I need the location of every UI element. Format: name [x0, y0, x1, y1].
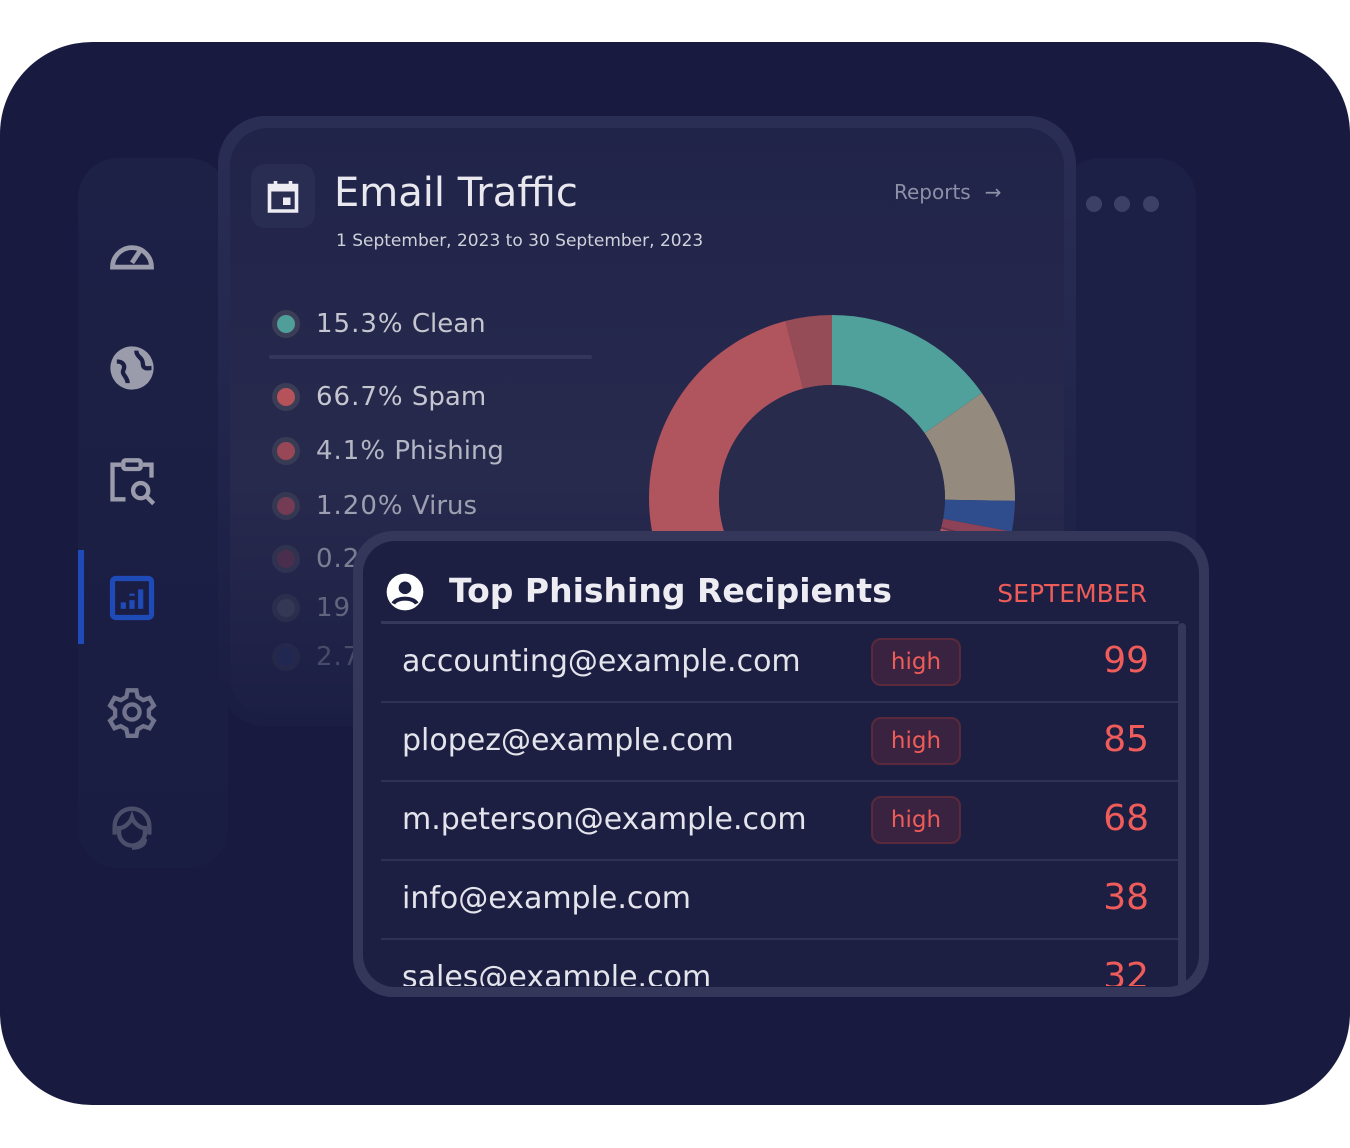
recipient-email: sales@example.com — [402, 960, 712, 986]
divider — [269, 355, 592, 359]
globe-icon[interactable] — [106, 342, 158, 394]
table-row[interactable]: plopez@example.com high 85 — [381, 703, 1179, 782]
severity-badge: high — [871, 638, 961, 686]
legend-text: 4.1% Phishing — [316, 436, 504, 466]
legend-text: 15.3% Clean — [316, 309, 486, 339]
date-range: 1 September, 2023 to 30 September, 2023 — [336, 231, 704, 251]
recipient-email: plopez@example.com — [402, 723, 734, 758]
legend-label: Clean — [411, 309, 486, 339]
legend-percent: 1.20% — [316, 491, 404, 521]
legend-swatch — [272, 310, 300, 338]
arrow-right-icon: → — [984, 180, 1002, 204]
reports-link[interactable]: Reports → — [894, 180, 1001, 204]
phishing-count: 38 — [1103, 877, 1149, 918]
severity-badge: high — [871, 796, 961, 844]
table-row[interactable]: m.peterson@example.com high 68 — [381, 782, 1179, 861]
recipient-email: m.peterson@example.com — [402, 802, 807, 837]
phishing-count: 85 — [1103, 719, 1149, 760]
phishing-count: 99 — [1103, 640, 1149, 681]
dot-icon — [1143, 196, 1159, 212]
recipient-email: info@example.com — [402, 881, 691, 916]
legend-percent: 4.1% — [316, 436, 387, 466]
clipboard-search-icon[interactable] — [106, 456, 158, 508]
legend-swatch — [272, 545, 300, 573]
legend-percent: 15.3% — [316, 309, 404, 339]
gear-icon[interactable] — [106, 686, 158, 738]
legend-item: 2.7 — [272, 642, 360, 672]
sidebar — [78, 158, 228, 868]
legend-label: Virus — [411, 491, 478, 521]
user-icon — [386, 573, 424, 611]
legend-swatch — [272, 437, 300, 465]
report-chart-icon[interactable] — [106, 572, 158, 624]
legend-swatch — [272, 383, 300, 411]
legend-item: 1.20% Virus — [272, 491, 477, 521]
legend-text: 66.7% Spam — [316, 382, 486, 412]
legend-percent: 66.7% — [316, 382, 404, 412]
headset-support-icon[interactable] — [106, 800, 158, 852]
legend-item: 19. — [272, 593, 360, 623]
recipients-table: accounting@example.com high 99 plopez@examp… — [381, 621, 1179, 986]
card-title: Top Phishing Recipients — [449, 571, 892, 610]
legend-item: 0.2 — [272, 544, 360, 574]
recipient-email: accounting@example.com — [402, 644, 801, 679]
legend-item: 15.3% Clean — [272, 309, 486, 339]
table-row[interactable]: info@example.com 38 — [381, 861, 1179, 940]
phishing-count: 68 — [1103, 798, 1149, 839]
table-row[interactable]: accounting@example.com high 99 — [381, 624, 1179, 703]
dot-icon — [1114, 196, 1130, 212]
legend-swatch — [272, 594, 300, 622]
active-indicator — [78, 550, 84, 644]
legend-item: 66.7% Spam — [272, 382, 486, 412]
legend-item: 4.1% Phishing — [272, 436, 504, 466]
speedometer-icon[interactable] — [106, 226, 158, 278]
top-phishing-card: Top Phishing Recipients SEPTEMBER accoun… — [353, 531, 1209, 997]
scrollbar[interactable] — [1178, 623, 1186, 987]
dot-icon — [1086, 196, 1102, 212]
background-panel — [1060, 158, 1196, 578]
legend-swatch — [272, 492, 300, 520]
reports-label: Reports — [894, 180, 971, 204]
period-label[interactable]: SEPTEMBER — [997, 579, 1147, 608]
legend-text: 1.20% Virus — [316, 491, 477, 521]
calendar-icon — [267, 181, 299, 213]
card-title: Email Traffic — [334, 170, 578, 216]
phishing-count: 32 — [1103, 956, 1149, 986]
legend-label: Spam — [411, 382, 487, 412]
calendar-button — [251, 164, 315, 228]
table-row[interactable]: sales@example.com 32 — [381, 940, 1179, 986]
legend-swatch — [272, 643, 300, 671]
severity-badge: high — [871, 717, 961, 765]
legend-label: Phishing — [394, 436, 504, 466]
